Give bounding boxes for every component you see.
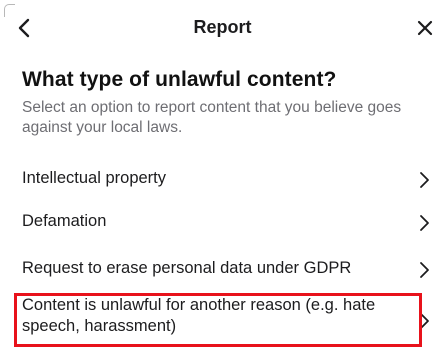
option-label: Intellectual property [22, 169, 166, 187]
chevron-left-icon [14, 15, 36, 41]
close-button[interactable] [414, 17, 436, 39]
option-label: Content is unlawful for another reason (… [22, 296, 376, 335]
question-subtitle: Select an option to report content that … [22, 99, 402, 136]
chevron-right-icon [417, 170, 431, 190]
close-icon [414, 17, 436, 39]
option-defamation[interactable]: Defamation [0, 198, 445, 248]
question-title: What type of unlawful content? [22, 68, 337, 91]
option-other-unlawful-reason[interactable]: Content is unlawful for another reason (… [0, 290, 445, 352]
dialog-header: Report [0, 0, 445, 52]
chevron-right-icon [417, 260, 431, 280]
option-gdpr-erasure[interactable]: Request to erase personal data under GDP… [0, 245, 445, 295]
page-title: Report [193, 17, 252, 37]
back-button[interactable] [14, 15, 36, 41]
option-label: Defamation [22, 212, 107, 230]
chevron-right-icon [417, 311, 431, 331]
option-label: Request to erase personal data under GDP… [22, 259, 352, 277]
chevron-right-icon [417, 213, 431, 233]
report-dialog: Report What type of unlawful content? Se… [0, 0, 445, 356]
